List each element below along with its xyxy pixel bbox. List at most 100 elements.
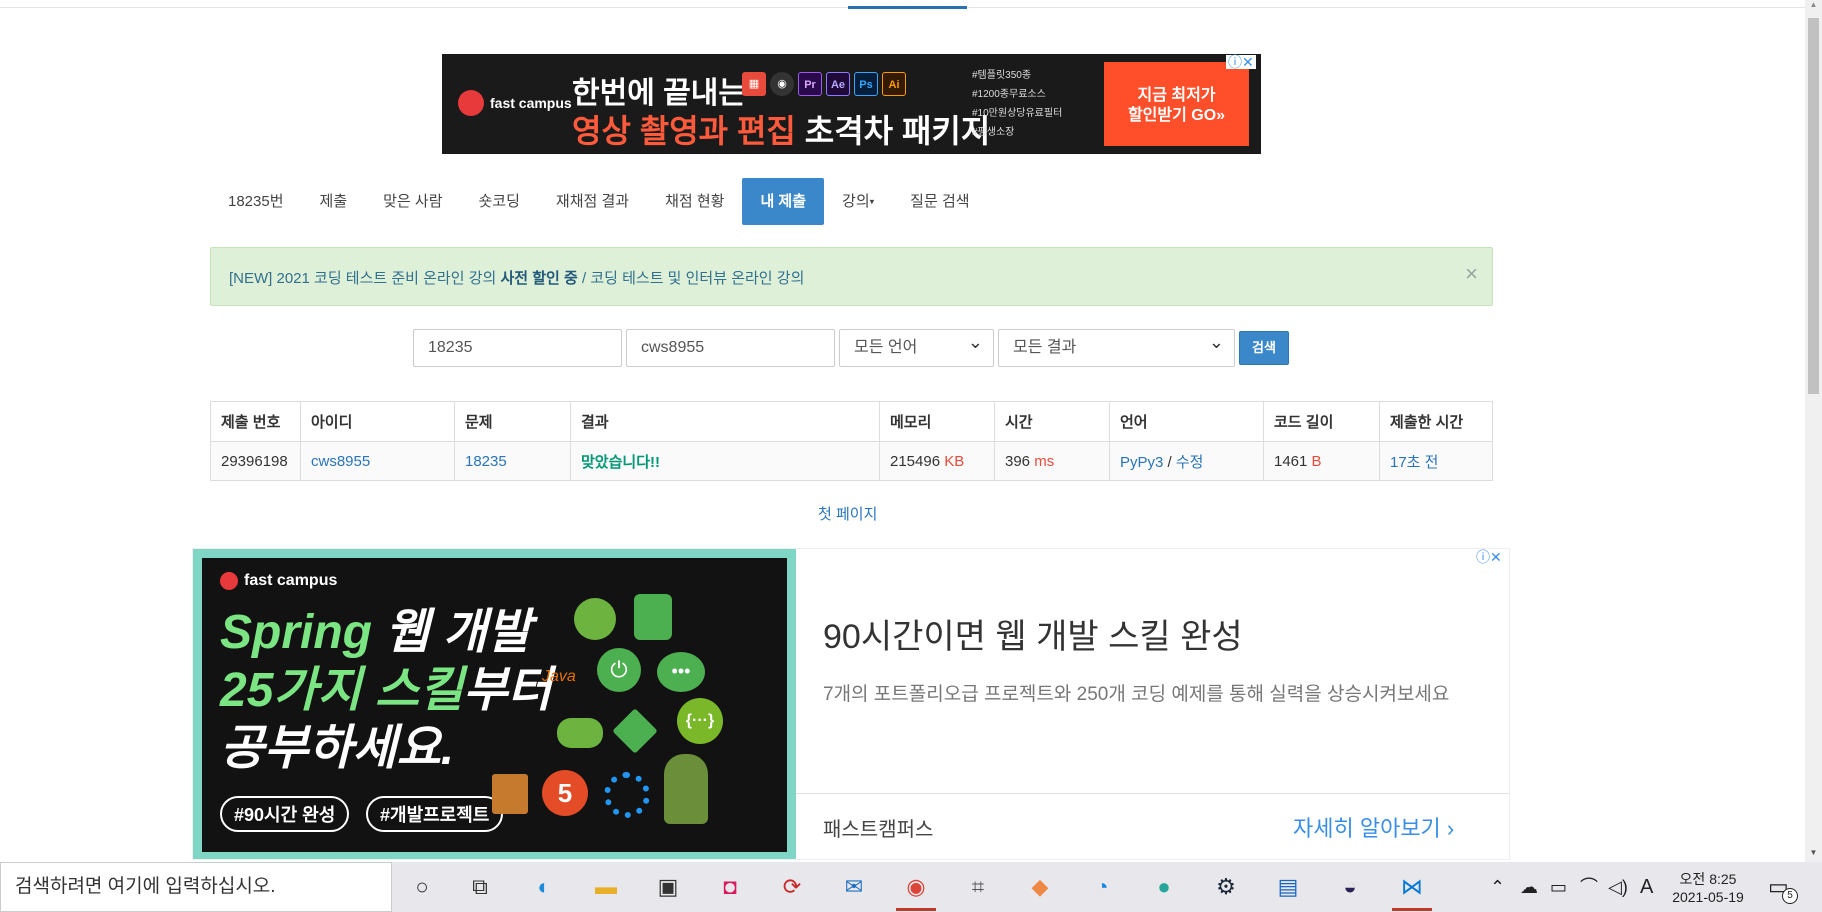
app-circle-icon[interactable]: ●	[1148, 871, 1180, 903]
banner-adchoice-icon[interactable]: ⓘ✕	[1226, 55, 1256, 69]
snip-icon[interactable]: ⌗	[962, 871, 994, 903]
video-app-icon: ▦	[742, 72, 766, 96]
banner-line2-rest: 초격차 패키지	[795, 113, 991, 149]
memory-unit: KB	[944, 452, 965, 470]
tab-question-search[interactable]: 질문 검색	[892, 178, 987, 225]
lower-ad-pill: #개발프로젝트	[366, 796, 504, 832]
cortana-icon[interactable]: ○	[406, 871, 438, 903]
problem-link[interactable]: 18235	[465, 453, 507, 470]
scroll-down-icon[interactable]: ▼	[1805, 848, 1822, 862]
banner-logo-text: fast campus	[490, 95, 572, 111]
col-user: 아이디	[300, 401, 455, 442]
ime-indicator[interactable]: A	[1640, 862, 1653, 912]
lower-ad-big1-rest: 웹 개발	[372, 606, 532, 659]
onedrive-icon[interactable]: ☁	[1520, 862, 1538, 912]
premiere-icon: Pr	[798, 72, 822, 96]
volume-icon[interactable]: ◁)	[1608, 862, 1628, 912]
lower-ad-big-line2: 25가지 스킬부터	[220, 664, 552, 718]
wifi-icon[interactable]: ⌒	[1580, 862, 1598, 912]
col-time: 시간	[994, 401, 1110, 442]
cell-submission-id: 29396198	[210, 441, 301, 481]
tab-problem[interactable]: 18235번	[210, 178, 302, 225]
clock-app-icon[interactable]: ◔	[1086, 871, 1118, 903]
col-submitted: 제출한 시간	[1379, 401, 1493, 442]
lower-ad[interactable]: fast campus Spring 웹 개발 25가지 스킬부터 공부하세요.…	[192, 548, 1510, 860]
tab-short-coding[interactable]: 숏코딩	[461, 178, 538, 225]
scroll-up-icon[interactable]: ▲	[1805, 0, 1822, 14]
banner-tag: #평생소장	[972, 127, 1015, 138]
windows-taskbar: 검색하려면 여기에 입력하십시오. ○ ⧉ ◐ ▬ ▣ ◘ ⟳ ✉ ◉ ⌗ ◆ …	[0, 862, 1822, 912]
language-link[interactable]: PyPy3	[1120, 454, 1163, 471]
banner-line2: 영상 촬영과 편집 초격차 패키지	[572, 106, 990, 152]
tab-rejudge-results[interactable]: 재채점 결과	[538, 178, 647, 225]
tab-my-submissions[interactable]: 내 제출	[742, 178, 825, 225]
task-view-icon[interactable]: ⧉	[464, 871, 496, 903]
user-id-input[interactable]: cws8955	[626, 329, 835, 367]
vscode-active-indicator	[1392, 908, 1432, 911]
git-icon[interactable]: ◆	[1024, 871, 1056, 903]
banner-ad[interactable]: fast campus 한번에 끝내는 ▦ ◉ Pr Ae Ps Ai 영상 촬…	[442, 54, 1261, 154]
problem-nav: 18235번 제출 맞은 사람 숏코딩 재채점 결과 채점 현황 내 제출 강의…	[210, 178, 988, 225]
caret-down-icon: ▾	[869, 196, 875, 207]
lower-ad-headline[interactable]: 90시간이면 웹 개발 스킬 완성	[823, 609, 1243, 658]
banner-cta-line2: 할인받기 GO»	[1127, 107, 1226, 124]
language-separator: /	[1163, 453, 1176, 471]
problem-id-input[interactable]: 18235	[413, 329, 622, 367]
cell-user: cws8955	[300, 441, 455, 481]
cell-code-length: 1461 B	[1263, 441, 1380, 481]
store-icon[interactable]: ▣	[652, 871, 684, 903]
app-icon[interactable]: ◘	[714, 871, 746, 903]
table-header-row: 제출 번호 아이디 문제 결과 메모리 시간 언어 코드 길이 제출한 시간	[210, 401, 1493, 442]
lower-ad-big-line3: 공부하세요.	[220, 722, 455, 775]
alert-bold[interactable]: 사전 할인 중	[500, 270, 577, 287]
banner-cta-button[interactable]: 지금 최저가 할인받기 GO»	[1104, 62, 1249, 146]
alert-prefix[interactable]: [NEW] 2021 코딩 테스트 준비 온라인 강의	[229, 270, 500, 287]
banner-cta-line1: 지금 최저가	[1137, 87, 1216, 104]
taskbar-search-input[interactable]: 검색하려면 여기에 입력하십시오.	[0, 862, 392, 912]
col-problem: 문제	[454, 401, 571, 442]
alert-suffix[interactable]: / 코딩 테스트 및 인터뷰 온라인 강의	[578, 270, 804, 287]
tab-lectures[interactable]: 강의▾	[824, 178, 892, 225]
tab-solved-users[interactable]: 맞은 사람	[365, 178, 460, 225]
taskbar-clock[interactable]: 오전 8:25 2021-05-19	[1666, 870, 1750, 906]
vscode-icon[interactable]: ⋈	[1396, 871, 1428, 903]
search-button[interactable]: 검색	[1239, 331, 1289, 365]
chrome-active-indicator	[896, 908, 936, 911]
java-icon: Java	[542, 668, 576, 685]
banner-tag: #1200종무료소스	[972, 89, 1046, 100]
dots-ring-icon	[604, 772, 650, 818]
result-select[interactable]: 모든 결과	[998, 324, 1235, 367]
language-select[interactable]: 모든 언어	[839, 324, 994, 367]
cloud-icon	[557, 718, 603, 748]
lower-ad-big2-rest: 부터	[463, 664, 552, 717]
submitted-time-link[interactable]: 17초 전	[1390, 454, 1438, 471]
chrome-icon[interactable]: ◉	[900, 871, 932, 903]
mail-icon[interactable]: ✉	[838, 871, 870, 903]
file-explorer-icon[interactable]: ▬	[590, 871, 622, 903]
banner-tags: #템플릿350종 #1200종무료소스 #10만원상당유료필터 #평생소장	[972, 66, 1062, 142]
mascot-figure	[664, 754, 708, 824]
eclipse-icon[interactable]: ◒	[1334, 871, 1366, 903]
alert-close-icon[interactable]: ×	[1465, 263, 1478, 285]
memory-value: 215496	[890, 452, 941, 470]
lower-ad-big-line1: Spring 웹 개발	[220, 606, 531, 660]
lower-ad-logo-text: fast campus	[244, 572, 338, 589]
lower-ad-adchoice-icon[interactable]: ⓘ✕	[1474, 550, 1504, 564]
layers-icon	[612, 708, 658, 754]
steam-icon[interactable]: ⚙	[1210, 871, 1242, 903]
edit-link[interactable]: 수정	[1176, 454, 1204, 471]
learn-more-link[interactable]: 자세히 알아보기 ›	[1293, 811, 1454, 843]
user-link[interactable]: cws8955	[311, 453, 370, 470]
book-icon[interactable]: ▤	[1272, 871, 1304, 903]
scrollbar-thumb[interactable]	[1808, 18, 1819, 394]
tray-chevron-icon[interactable]: ⌃	[1490, 862, 1505, 912]
lower-ad-description: 7개의 포트폴리오급 프로젝트와 250개 코딩 예제를 통해 실력을 상승시켜…	[823, 684, 1450, 705]
first-page-link[interactable]: 첫 페이지	[818, 503, 877, 524]
result-accepted: 맞았습니다!!	[581, 453, 660, 471]
tab-submit[interactable]: 제출	[302, 178, 366, 225]
sync-icon[interactable]: ⟳	[776, 871, 808, 903]
notification-icon[interactable]: ▭ 5	[1768, 874, 1798, 904]
edge-icon[interactable]: ◐	[528, 871, 560, 903]
battery-icon[interactable]: ▭	[1550, 862, 1567, 912]
tab-judge-status[interactable]: 채점 현황	[647, 178, 742, 225]
